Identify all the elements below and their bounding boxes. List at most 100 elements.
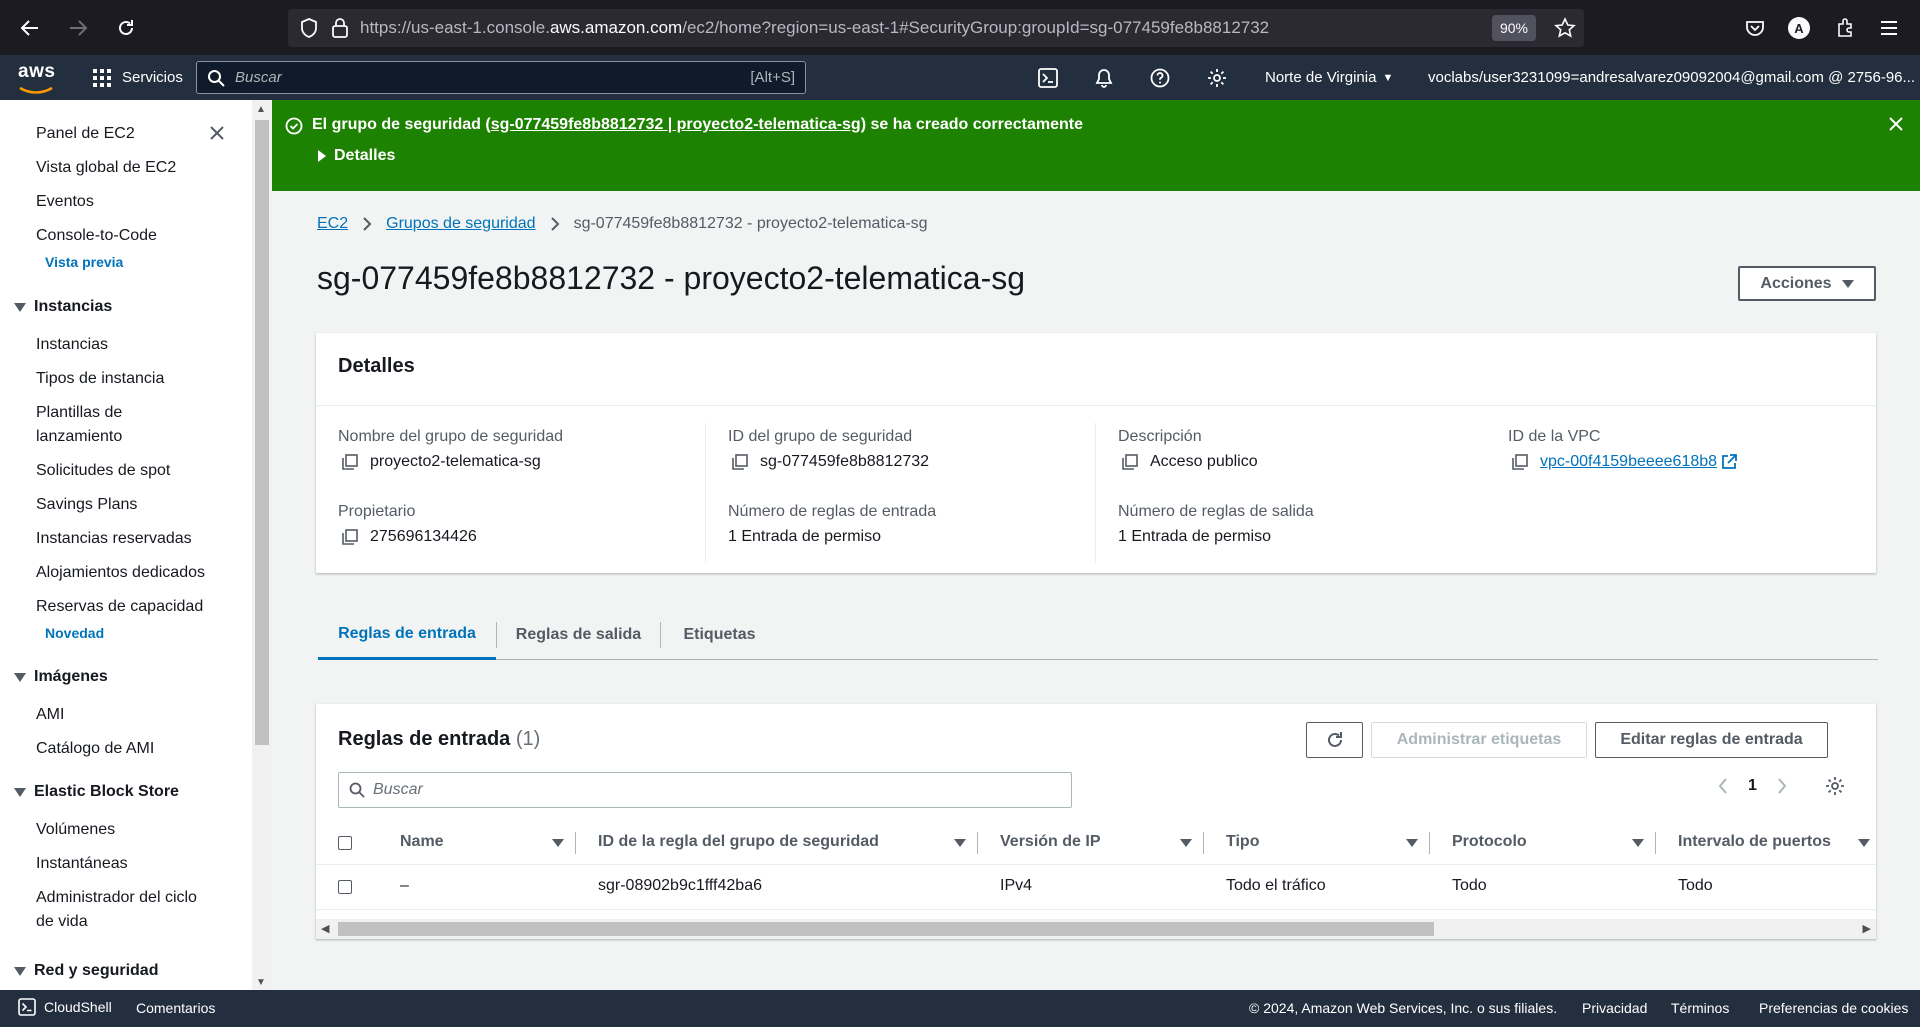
scroll-up-icon[interactable]: ▲ <box>256 104 266 115</box>
page-number[interactable]: 1 <box>1748 777 1757 795</box>
sidebar-item-reserved-instances[interactable]: Instancias reservadas <box>36 527 192 551</box>
column-resizer[interactable] <box>1429 832 1430 854</box>
breadcrumb-security-groups[interactable]: Grupos de seguridad <box>386 215 535 233</box>
sidebar-item-instance-types[interactable]: Tipos de instancia <box>36 367 164 391</box>
cloudshell-footer-button[interactable]: CloudShell <box>18 998 112 1016</box>
vpc-id-link[interactable]: vpc-00f4159beeee618b8 <box>1540 453 1717 471</box>
sidebar-item-global-view[interactable]: Vista global de EC2 <box>36 156 176 180</box>
sidebar-item-dedicated-hosts[interactable]: Alojamientos dedicados <box>36 561 205 585</box>
column-resizer[interactable] <box>575 832 576 854</box>
chevron-right-icon[interactable] <box>1777 778 1787 794</box>
copy-icon[interactable] <box>1122 454 1138 470</box>
manage-tags-button[interactable]: Administrar etiquetas <box>1371 722 1587 758</box>
shield-icon[interactable] <box>300 18 318 38</box>
help-icon[interactable] <box>1144 62 1176 94</box>
url-bar[interactable]: https://us-east-1.console.aws.amazon.com… <box>288 9 1584 47</box>
sidebar-item-capacity-reservations[interactable]: Reservas de capacidad <box>36 595 203 619</box>
scroll-down-icon[interactable]: ▼ <box>256 977 266 988</box>
global-search-input[interactable]: Buscar [Alt+S] <box>196 61 806 94</box>
forward-button[interactable] <box>56 6 100 50</box>
external-link-icon[interactable] <box>1721 454 1737 470</box>
close-sidebar-icon[interactable] <box>209 125 225 146</box>
sort-caret-icon[interactable] <box>1632 839 1644 847</box>
sidebar-item-console-to-code[interactable]: Console-to-Code <box>36 224 157 248</box>
sidebar-item-snapshots[interactable]: Instantáneas <box>36 852 128 876</box>
column-header-name[interactable]: Name <box>400 833 444 851</box>
sidebar-section-ebs[interactable]: Elastic Block Store <box>14 783 179 801</box>
sidebar-item-panel[interactable]: Panel de EC2 <box>36 122 135 146</box>
account-menu[interactable]: voclabs/user3231099=andresalvarez0909200… <box>1428 55 1920 100</box>
pocket-icon[interactable] <box>1736 9 1774 47</box>
preferences-gear-icon[interactable] <box>1825 776 1845 796</box>
cookie-preferences-link[interactable]: Preferencias de cookies <box>1759 1000 1908 1016</box>
sort-caret-icon[interactable] <box>552 839 564 847</box>
row-checkbox[interactable] <box>338 880 352 894</box>
notifications-bell-icon[interactable] <box>1088 62 1120 94</box>
sidebar-section-network[interactable]: Red y seguridad <box>14 962 158 980</box>
select-all-checkbox[interactable] <box>338 836 352 850</box>
table-row[interactable]: – sgr-08902b9c1fff42ba6 IPv4 Todo el trá… <box>316 865 1876 910</box>
sidebar-item-volumes[interactable]: Volúmenes <box>36 818 115 842</box>
services-menu[interactable]: Servicios <box>92 55 183 100</box>
rules-search-input[interactable]: Buscar <box>338 772 1072 808</box>
column-header-protocol[interactable]: Protocolo <box>1452 833 1527 851</box>
sidebar-item-instances[interactable]: Instancias <box>36 333 108 357</box>
lock-icon[interactable] <box>332 18 348 38</box>
scroll-left-icon[interactable]: ◀ <box>321 922 329 935</box>
column-header-ip-version[interactable]: Versión de IP <box>1000 833 1100 851</box>
actions-button[interactable]: Acciones <box>1738 266 1876 301</box>
sidebar-item-events[interactable]: Eventos <box>36 190 94 214</box>
edit-inbound-rules-button[interactable]: Editar reglas de entrada <box>1595 722 1828 758</box>
sidebar-item-spot-requests[interactable]: Solicitudes de spot <box>36 459 170 483</box>
sidebar-item-launch-templates[interactable]: Plantillas de lanzamiento <box>36 401 122 449</box>
terms-link[interactable]: Términos <box>1671 1000 1729 1016</box>
menu-icon[interactable] <box>1870 9 1908 47</box>
privacy-link[interactable]: Privacidad <box>1582 1000 1647 1016</box>
sidebar-section-images[interactable]: Imágenes <box>14 668 108 686</box>
scroll-right-icon[interactable]: ▶ <box>1863 922 1871 935</box>
sidebar-scroll-thumb[interactable] <box>255 120 269 745</box>
tab-tags[interactable]: Etiquetas <box>661 610 778 660</box>
refresh-button[interactable] <box>1306 722 1363 758</box>
column-resizer[interactable] <box>1203 832 1204 854</box>
sidebar-item-ami[interactable]: AMI <box>36 703 64 727</box>
sort-caret-icon[interactable] <box>1180 839 1192 847</box>
sort-caret-icon[interactable] <box>954 839 966 847</box>
reload-button[interactable] <box>104 6 148 50</box>
copy-icon[interactable] <box>732 454 748 470</box>
column-header-rule-id[interactable]: ID de la regla del grupo de seguridad <box>598 833 879 851</box>
copy-icon[interactable] <box>1512 454 1528 470</box>
breadcrumb-ec2[interactable]: EC2 <box>317 215 348 233</box>
tab-outbound-rules[interactable]: Reglas de salida <box>497 610 660 660</box>
tab-inbound-rules[interactable]: Reglas de entrada <box>318 610 496 660</box>
copy-icon[interactable] <box>342 454 358 470</box>
column-resizer[interactable] <box>977 832 978 854</box>
sidebar-item-savings-plans[interactable]: Savings Plans <box>36 493 137 517</box>
sidebar-section-instances[interactable]: Instancias <box>14 298 112 316</box>
sort-caret-icon[interactable] <box>1406 839 1418 847</box>
sort-caret-icon[interactable] <box>1858 839 1870 847</box>
flash-details-toggle[interactable]: Detalles <box>318 147 395 165</box>
extensions-icon[interactable] <box>1826 9 1864 47</box>
region-selector[interactable]: Norte de Virginia ▼ <box>1265 55 1393 100</box>
profile-avatar[interactable]: A <box>1780 9 1818 47</box>
chevron-left-icon[interactable] <box>1718 778 1728 794</box>
settings-gear-icon[interactable] <box>1201 62 1233 94</box>
zoom-level-badge[interactable]: 90% <box>1491 15 1536 41</box>
bookmark-star-icon[interactable] <box>1554 17 1576 44</box>
column-resizer[interactable] <box>1655 832 1656 854</box>
sidebar-scrollbar[interactable]: ▲ ▼ <box>252 100 272 990</box>
column-header-port-range[interactable]: Intervalo de puertos <box>1678 833 1831 851</box>
flash-close-icon[interactable] <box>1888 116 1904 137</box>
table-horizontal-scrollbar[interactable]: ◀ ▶ <box>316 919 1876 939</box>
aws-logo[interactable]: aws <box>18 62 58 94</box>
back-button[interactable] <box>8 6 52 50</box>
sidebar-item-lifecycle-manager[interactable]: Administrador del ciclo de vida <box>36 886 197 934</box>
copy-icon[interactable] <box>342 529 358 545</box>
cloudshell-icon[interactable] <box>1032 62 1064 94</box>
column-header-type[interactable]: Tipo <box>1226 833 1259 851</box>
feedback-link[interactable]: Comentarios <box>136 1000 215 1016</box>
flash-group-link[interactable]: sg-077459fe8b8812732 | proyecto2-telemat… <box>491 116 861 133</box>
sidebar-item-ami-catalog[interactable]: Catálogo de AMI <box>36 737 154 761</box>
horizontal-scroll-thumb[interactable] <box>338 922 1434 936</box>
